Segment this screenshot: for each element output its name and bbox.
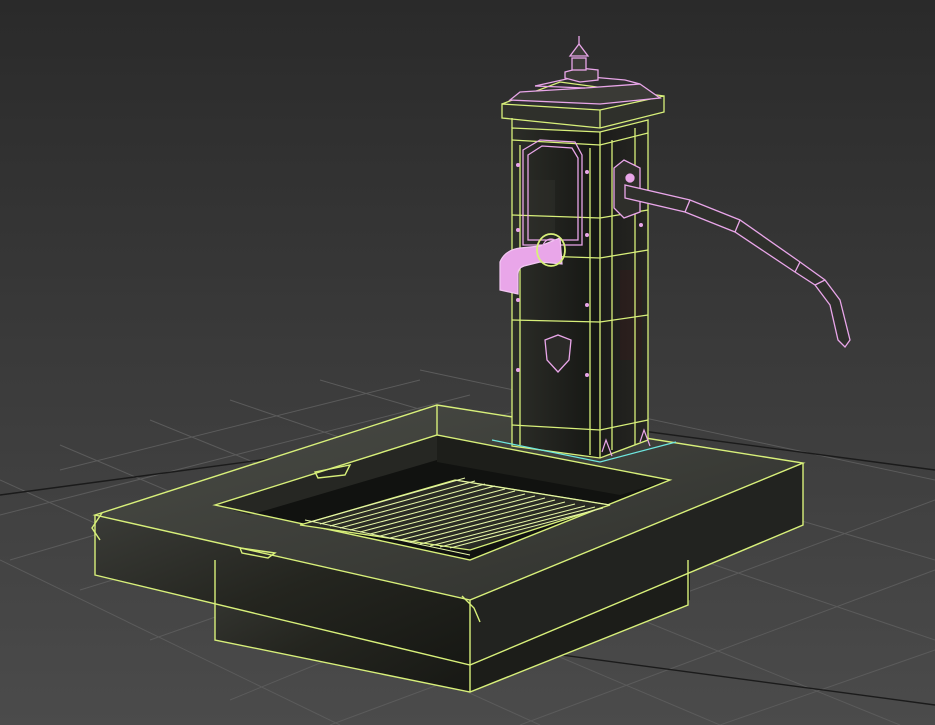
water-pump-body[interactable] (491, 81, 677, 463)
3d-viewport[interactable] (0, 0, 935, 725)
